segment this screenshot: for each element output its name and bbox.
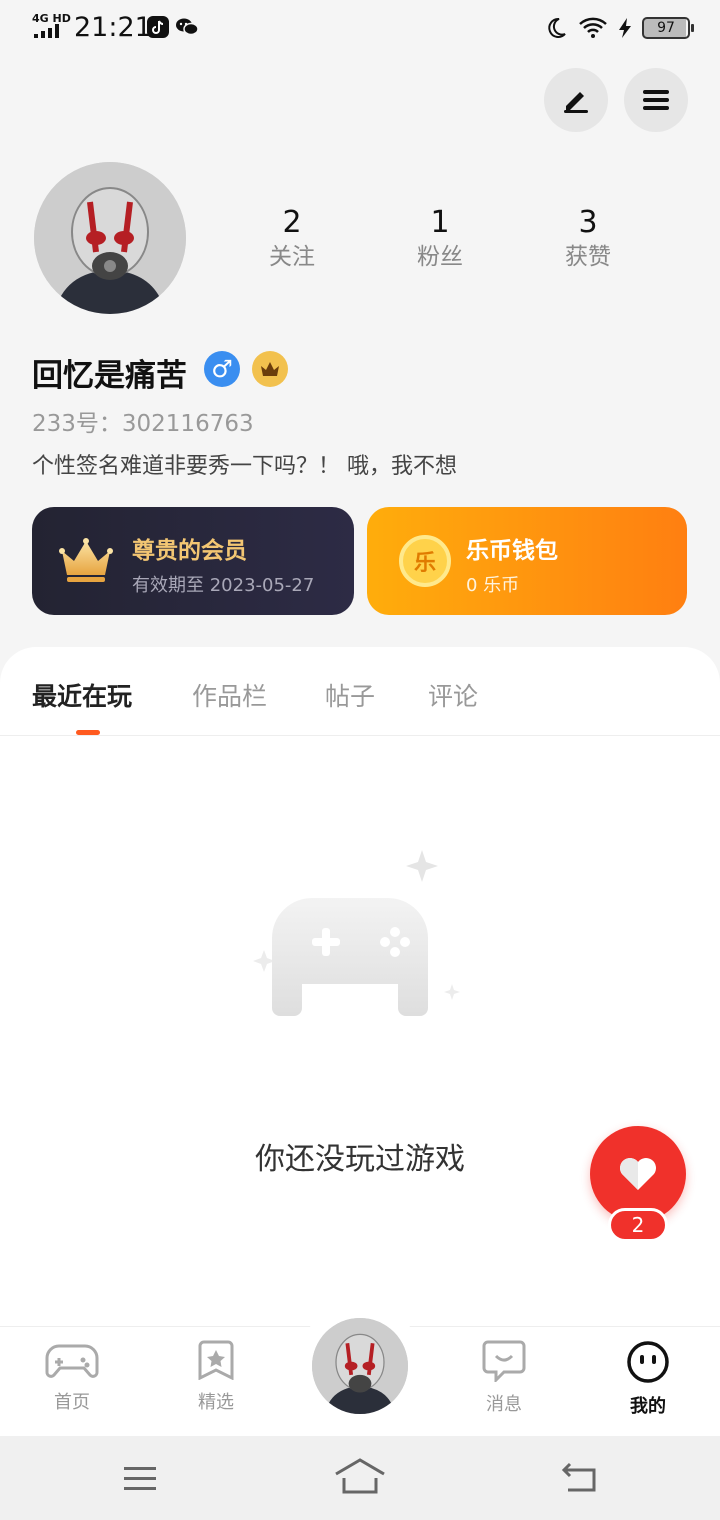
stat-likes[interactable]: 3 获赞	[528, 204, 648, 272]
stat-label: 关注	[269, 244, 315, 270]
vip-crown-badge-icon	[252, 351, 288, 387]
tiktok-icon	[147, 16, 169, 38]
heart-icon	[620, 1158, 656, 1190]
stat-label: 粉丝	[417, 244, 463, 270]
stat-value: 1	[430, 205, 450, 240]
wallet-balance: 0 乐币	[466, 575, 520, 596]
username: 回忆是痛苦	[32, 358, 187, 394]
nav-label: 精选	[198, 1392, 234, 1413]
nav-item-messages[interactable]: 消息	[454, 1340, 554, 1416]
message-icon	[482, 1340, 526, 1384]
nav-label: 我的	[630, 1396, 666, 1417]
wallet-title: 乐币钱包	[466, 538, 558, 564]
tab-divider	[0, 735, 720, 736]
menu-button[interactable]	[624, 68, 688, 132]
wallet-card[interactable]: 乐 乐币钱包 0 乐币	[367, 507, 687, 615]
nav-item-me[interactable]: 我的	[598, 1340, 698, 1422]
battery-indicator: 97	[642, 17, 694, 39]
nav-center-avatar[interactable]	[312, 1318, 408, 1414]
like-count-badge: 2	[608, 1208, 668, 1242]
tab-recently-played[interactable]: 最近在玩	[32, 677, 132, 713]
moon-icon	[548, 17, 566, 38]
system-nav-bar	[0, 1436, 720, 1520]
edit-icon	[564, 92, 588, 113]
coin-icon: 乐	[399, 535, 451, 587]
user-bio: 个性签名难道非要秀一下吗？！ 哦，我不想	[32, 454, 457, 479]
vip-title: 尊贵的会员	[132, 538, 247, 564]
face-icon	[627, 1341, 669, 1383]
profile-avatar[interactable]	[34, 162, 186, 314]
male-gender-icon: ♂	[204, 351, 240, 387]
user-id: 233号：302116763	[32, 411, 254, 437]
nav-label: 消息	[486, 1394, 522, 1415]
stat-followers[interactable]: 1 粉丝	[380, 204, 500, 272]
nav-item-featured[interactable]: 精选	[166, 1340, 266, 1414]
nav-label: 首页	[54, 1392, 90, 1413]
charging-icon	[619, 18, 631, 38]
vip-membership-card[interactable]: 尊贵的会员 有效期至 2023-05-27	[32, 507, 354, 615]
status-right-icons: 97	[544, 14, 694, 42]
nav-item-home[interactable]: 首页	[22, 1340, 122, 1414]
gamepad-icon	[45, 1344, 99, 1378]
tab-works[interactable]: 作品栏	[192, 677, 267, 713]
recent-apps-icon[interactable]	[122, 1464, 158, 1492]
back-icon[interactable]	[560, 1462, 600, 1494]
gold-crown-icon	[59, 538, 113, 582]
nav-label-wrap: 我的	[598, 1392, 698, 1422]
tab-comments[interactable]: 评论	[428, 677, 478, 713]
menu-icon	[643, 90, 669, 110]
status-bar: 4G HD 21:21 97	[0, 0, 720, 56]
wifi-icon	[579, 17, 607, 38]
wechat-icon	[175, 16, 199, 38]
stat-value: 2	[282, 205, 302, 240]
empty-gamepad-illustration	[253, 850, 460, 1016]
clock: 21:21	[74, 12, 152, 43]
vip-expiry: 有效期至 2023-05-27	[132, 575, 315, 596]
signal-icon	[34, 24, 59, 38]
stat-following[interactable]: 2 关注	[232, 204, 352, 272]
stat-value: 3	[578, 205, 598, 240]
edit-profile-button[interactable]	[544, 68, 608, 132]
star-bookmark-icon	[198, 1340, 234, 1381]
tab-posts[interactable]: 帖子	[325, 677, 375, 713]
stat-label: 获赞	[565, 244, 611, 270]
battery-level: 97	[657, 20, 675, 36]
home-icon[interactable]	[334, 1458, 386, 1494]
